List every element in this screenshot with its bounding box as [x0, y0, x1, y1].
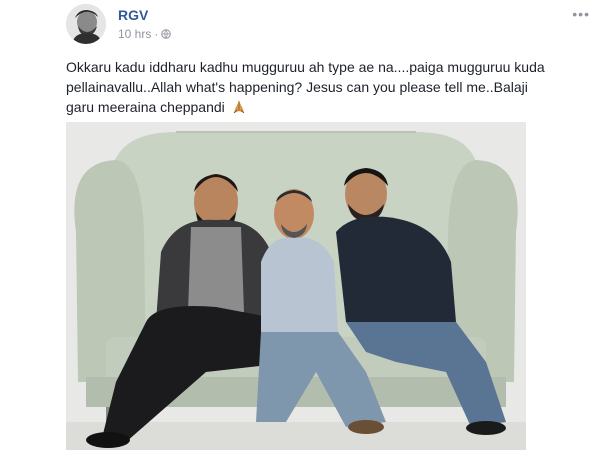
- post-meta: 10 hrs ·: [118, 27, 172, 41]
- post-text: Okkaru kadu iddharu kadhu mugguruu ah ty…: [66, 59, 545, 115]
- praying-emoji-icon: [233, 101, 244, 114]
- avatar[interactable]: [66, 4, 106, 44]
- photo-image: [66, 122, 526, 450]
- author-name[interactable]: RGV: [118, 7, 148, 23]
- more-options-icon[interactable]: •••: [572, 6, 590, 22]
- post-header: RGV 10 hrs · •••: [66, 4, 590, 44]
- avatar-image: [66, 4, 106, 44]
- facebook-post: RGV 10 hrs · ••• Okkaru kadu iddharu kad…: [0, 0, 600, 450]
- post-time[interactable]: 10 hrs: [118, 27, 151, 41]
- globe-icon[interactable]: [161, 29, 172, 39]
- meta-separator: ·: [154, 27, 159, 41]
- post-text-block: Okkaru kadu iddharu kadhu mugguruu ah ty…: [66, 57, 546, 117]
- post-photo[interactable]: [66, 122, 526, 450]
